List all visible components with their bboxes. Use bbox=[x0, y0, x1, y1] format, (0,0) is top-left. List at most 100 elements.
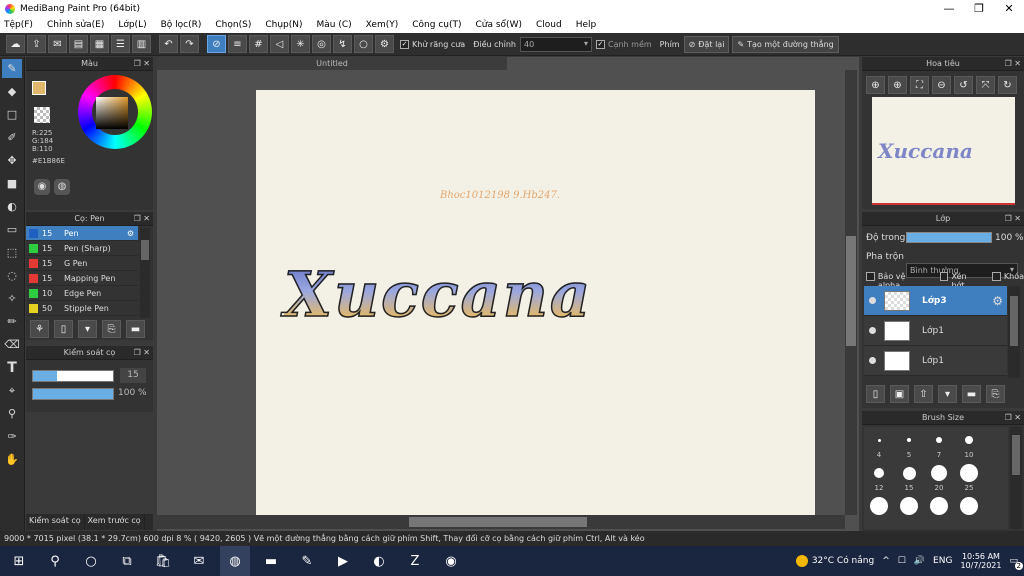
zoom-out-icon[interactable]: ⊖ bbox=[932, 76, 951, 94]
notification-icon[interactable]: ▭ 2 bbox=[1009, 556, 1023, 570]
duplicate-layer-icon[interactable]: ⎘ bbox=[986, 385, 1005, 403]
fit-icon[interactable]: ⛶ bbox=[910, 76, 929, 94]
menu-edit[interactable]: Chỉnh sửa(E) bbox=[47, 20, 104, 30]
eraser-tool-icon[interactable]: ◆ bbox=[2, 82, 22, 101]
gear-icon[interactable]: ⚙ bbox=[992, 294, 1003, 308]
brush-copy-icon[interactable]: ⎘ bbox=[102, 320, 121, 338]
brush-size-dot[interactable] bbox=[907, 438, 911, 442]
move-tool-icon[interactable]: ✥ bbox=[2, 151, 22, 170]
soft-edge-checkbox[interactable]: ✓ bbox=[595, 39, 605, 49]
rotate-right-icon[interactable]: ↻ bbox=[998, 76, 1017, 94]
edge-icon[interactable]: ◐ bbox=[364, 546, 394, 576]
menu-snap[interactable]: Chụp(N) bbox=[265, 20, 302, 30]
clock[interactable]: 10:56 AM 10/7/2021 bbox=[960, 552, 1001, 570]
foreground-swatch[interactable] bbox=[32, 81, 46, 95]
ellipse-snap-icon[interactable]: ○ bbox=[354, 35, 373, 53]
brush-new-icon[interactable]: ▯ bbox=[54, 320, 73, 338]
panel-close-icon[interactable]: ❐ ✕ bbox=[1005, 411, 1021, 425]
search-icon[interactable]: ⚲ bbox=[40, 546, 70, 576]
radial-snap-icon[interactable]: ✳ bbox=[291, 35, 310, 53]
layer-folder-icon[interactable]: ▬ bbox=[962, 385, 981, 403]
transparent-swatch[interactable] bbox=[34, 107, 50, 123]
redo-icon[interactable]: ↷ bbox=[180, 35, 199, 53]
antialias-checkbox[interactable]: ✓ bbox=[400, 39, 409, 49]
navigator-thumbnail[interactable]: Xuccana bbox=[872, 97, 1015, 205]
brush-folder-icon[interactable]: ▬ bbox=[126, 320, 145, 338]
select-pen-icon[interactable]: ✏ bbox=[2, 312, 22, 331]
mail-icon[interactable]: ✉ bbox=[184, 546, 214, 576]
antialias-option[interactable]: ✓ Khử răng cưa bbox=[400, 39, 465, 49]
windows-start-icon[interactable]: ⊞ bbox=[4, 546, 34, 576]
chrome-icon[interactable]: ◉ bbox=[436, 546, 466, 576]
palette-icon[interactable]: ◉ bbox=[34, 179, 50, 195]
menu-select[interactable]: Chọn(S) bbox=[215, 20, 251, 30]
eyedropper-tool-icon[interactable]: ⚲ bbox=[2, 404, 22, 423]
network-icon[interactable]: ☐ bbox=[898, 556, 906, 566]
soft-edge-option[interactable]: ✓ Cạnh mềm bbox=[595, 39, 652, 49]
chat-icon[interactable]: ▤ bbox=[69, 35, 88, 53]
gradient-tool-icon[interactable]: ▭ bbox=[2, 220, 22, 239]
layer-row[interactable]: Lớp1 bbox=[864, 316, 1007, 346]
bucket-tool-icon[interactable]: ◐ bbox=[2, 197, 22, 216]
menu-color[interactable]: Màu (C) bbox=[317, 20, 352, 30]
vanish-snap-icon[interactable]: ◁ bbox=[270, 35, 289, 53]
brush-size-dot[interactable] bbox=[877, 438, 881, 442]
brush-add-icon[interactable]: ⚘ bbox=[30, 320, 49, 338]
menu-view[interactable]: Xem(Y) bbox=[366, 20, 399, 30]
medibang-taskbar-icon[interactable]: ◍ bbox=[220, 546, 250, 576]
tray-arrow-icon[interactable]: ^ bbox=[882, 556, 890, 566]
eye-icon[interactable] bbox=[869, 357, 876, 364]
cortana-icon[interactable]: ○ bbox=[76, 546, 106, 576]
tab-brush-preview[interactable]: Xem trước cọ bbox=[85, 514, 145, 530]
layer-scrollbar[interactable] bbox=[1008, 286, 1020, 378]
close-button[interactable]: ✕ bbox=[994, 0, 1024, 17]
parallel-snap-icon[interactable]: ≡ bbox=[228, 35, 247, 53]
brush-size-dot[interactable] bbox=[930, 497, 948, 515]
fill-rect-tool-icon[interactable]: ■ bbox=[2, 174, 22, 193]
store-icon[interactable]: 🛍 bbox=[148, 546, 178, 576]
rect-tool-icon[interactable]: □ bbox=[2, 105, 22, 124]
size-value[interactable]: 15 bbox=[120, 368, 146, 383]
canvas-paper[interactable]: Bhoc1012198 9.Hb247. Xuccana bbox=[256, 90, 815, 515]
brush-size-dot[interactable] bbox=[874, 468, 884, 478]
undo-icon[interactable]: ↶ bbox=[159, 35, 178, 53]
layer-opacity-slider[interactable] bbox=[906, 232, 992, 243]
new-layer-icon[interactable]: ▯ bbox=[866, 385, 885, 403]
select-tool-icon[interactable]: ⬚ bbox=[2, 243, 22, 262]
size-slider[interactable] bbox=[32, 370, 114, 382]
opacity-slider[interactable] bbox=[32, 388, 114, 400]
circle-snap-icon[interactable]: ◎ bbox=[312, 35, 331, 53]
menu-help[interactable]: Help bbox=[576, 20, 597, 30]
saturation-square[interactable] bbox=[96, 97, 128, 129]
brush-scrollbar[interactable] bbox=[140, 228, 150, 318]
curve-snap-icon[interactable]: ↯ bbox=[333, 35, 352, 53]
zoom-icon[interactable]: ▶ bbox=[328, 546, 358, 576]
rotate-left-icon[interactable]: ↺ bbox=[954, 76, 973, 94]
tab-brush-control[interactable]: Kiểm soát cọ bbox=[26, 514, 85, 530]
menu-layer[interactable]: Lớp(L) bbox=[118, 20, 146, 30]
brush-size-dot[interactable] bbox=[960, 464, 978, 482]
menu-file[interactable]: Tệp(F) bbox=[4, 20, 33, 30]
layer-menu-icon[interactable]: ▾ bbox=[938, 385, 957, 403]
layer-row[interactable]: Lớp1 bbox=[864, 346, 1007, 376]
comment-icon[interactable]: ✉ bbox=[48, 35, 67, 53]
share-icon[interactable]: ⇪ bbox=[27, 35, 46, 53]
horizontal-scrollbar[interactable] bbox=[157, 515, 845, 529]
panel-close-icon[interactable]: ❐ ✕ bbox=[1005, 57, 1021, 71]
select-eraser-icon[interactable]: ⌫ bbox=[2, 335, 22, 354]
panel-close-icon[interactable]: ❐ ✕ bbox=[1005, 212, 1021, 226]
size-scrollbar[interactable] bbox=[1010, 427, 1022, 529]
menu-filter[interactable]: Bộ lọc(R) bbox=[161, 20, 202, 30]
text-tool-icon[interactable]: T bbox=[2, 358, 22, 377]
snap-off-icon[interactable]: ⊘ bbox=[207, 35, 226, 53]
snap-settings-icon[interactable]: ⚙ bbox=[375, 35, 394, 53]
brush-size-dot[interactable] bbox=[902, 466, 916, 480]
pipette-tool-icon[interactable]: ✑ bbox=[2, 427, 22, 446]
magic-wand-icon[interactable]: ✧ bbox=[2, 289, 22, 308]
fullscreen-icon[interactable]: ⤧ bbox=[976, 76, 995, 94]
adjust-combo[interactable]: 40 ▾ bbox=[519, 36, 592, 52]
canvas-tab[interactable]: Untitled bbox=[157, 57, 507, 70]
layer-row[interactable]: Lớp3 ⚙ bbox=[864, 286, 1007, 316]
import-layer-icon[interactable]: ⇧ bbox=[914, 385, 933, 403]
brush-tool-icon[interactable]: ✎ bbox=[2, 59, 22, 78]
